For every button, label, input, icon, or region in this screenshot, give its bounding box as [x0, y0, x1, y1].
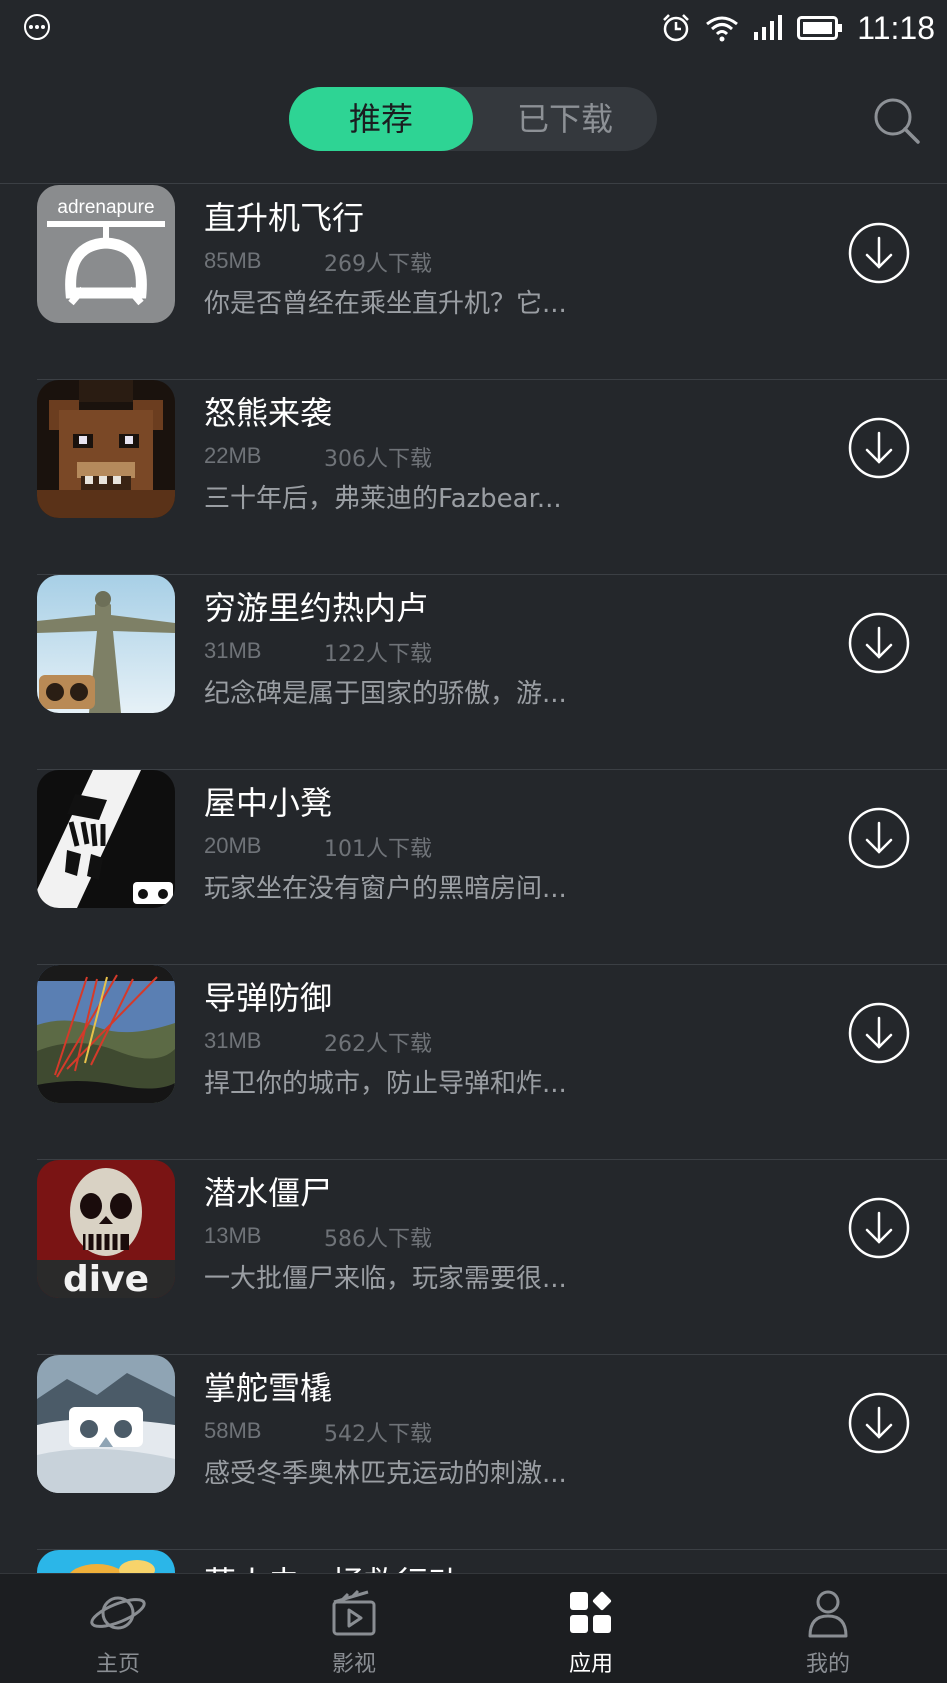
list-item[interactable]: 穷游里约热内卢 31MB 122人下载 纪念碑是属于国家的骄傲，游...: [0, 575, 947, 770]
wifi-icon: [706, 16, 739, 42]
nav-profile[interactable]: 我的: [710, 1574, 946, 1683]
app-size: 85MB: [204, 248, 262, 273]
list-item[interactable]: 掌舵雪橇 58MB 542人下载 感受冬季奥林匹克运动的刺激...: [0, 1355, 947, 1550]
app-size: 31MB: [204, 1028, 262, 1053]
adrenapure-helicopter-icon: adrenapure: [37, 185, 175, 323]
tab-recommended[interactable]: 推荐: [289, 87, 473, 151]
app-title: 掌舵雪橇: [204, 1369, 333, 1407]
icon-dive-text: dive: [63, 1259, 149, 1298]
app-size: 31MB: [204, 638, 262, 663]
nav-apps[interactable]: 应用: [473, 1574, 709, 1683]
alarm-clock-icon: [663, 14, 690, 42]
app-description: 你是否曾经在乘坐直升机？它...: [204, 289, 567, 319]
nav-label: 我的: [805, 1652, 850, 1677]
app-description: 一大批僵尸来临，玩家需要很...: [204, 1264, 567, 1294]
snow-sled-icon: [37, 1355, 175, 1493]
zombie-dive-icon: dive: [37, 1160, 175, 1298]
battery-icon: [797, 16, 843, 40]
app-description: 纪念碑是属于国家的骄傲，游...: [204, 679, 567, 709]
status-time: 11:18: [857, 9, 935, 46]
christ-statue-icon: [37, 575, 175, 713]
apps-grid-icon: [570, 1591, 612, 1633]
app-title: 怒熊来袭: [204, 394, 333, 432]
app-header: 推荐 已下载: [0, 56, 947, 184]
film-play-icon: [332, 1589, 376, 1636]
bottom-nav: 主页 影视 应用 我的: [0, 1573, 947, 1683]
app-download-count: 542人下载: [324, 1422, 432, 1447]
nav-label: 影视: [331, 1652, 376, 1677]
download-icon[interactable]: [848, 807, 910, 869]
list-item[interactable]: 屋中小凳 20MB 101人下载 玩家坐在没有窗户的黑暗房间...: [0, 770, 947, 965]
firefly-icon: [37, 1550, 175, 1573]
status-icons: 11:18: [661, 6, 935, 50]
app-title: 潜水僵尸: [204, 1174, 333, 1212]
app-download-count: 269人下载: [324, 252, 432, 277]
app-download-count: 101人下载: [324, 837, 432, 862]
nav-home[interactable]: 主页: [0, 1574, 236, 1683]
app-title: 直升机飞行: [204, 199, 365, 237]
nav-video[interactable]: 影视: [236, 1574, 472, 1683]
app-size: 20MB: [204, 833, 262, 858]
app-description: 玩家坐在没有窗户的黑暗房间...: [204, 874, 567, 904]
app-download-count: 586人下载: [324, 1227, 432, 1252]
app-size: 58MB: [204, 1418, 262, 1443]
download-icon[interactable]: [848, 1197, 910, 1259]
download-icon[interactable]: [848, 1002, 910, 1064]
more-dots-icon: [24, 14, 50, 40]
status-bar: 11:18: [0, 0, 947, 56]
stool-icon: [37, 770, 175, 908]
icon-brand-text: adrenapure: [57, 197, 154, 218]
download-icon[interactable]: [848, 612, 910, 674]
planet-icon: [90, 1596, 146, 1630]
app-download-count: 306人下载: [324, 447, 432, 472]
app-description: 感受冬季奥林匹克运动的刺激...: [204, 1459, 567, 1489]
app-description: 捍卫你的城市，防止导弹和炸...: [204, 1069, 567, 1099]
list-item[interactable]: dive 潜水僵尸 13MB 586人下载 一大批僵尸来临，玩家需要很...: [0, 1160, 947, 1355]
app-title: 屋中小凳: [204, 784, 333, 822]
list-item[interactable]: 导弹防御 31MB 262人下载 捍卫你的城市，防止导弹和炸...: [0, 965, 947, 1160]
list-item[interactable]: 萤火虫：拯救行动: [0, 1550, 947, 1573]
tab-switcher: 推荐 已下载: [289, 87, 657, 151]
app-list[interactable]: adrenapure 直升机飞行 85MB 269人下载 你是否曾经在乘坐直升机…: [0, 185, 947, 1573]
missile-defense-icon: [37, 965, 175, 1103]
nav-label: 应用: [568, 1652, 613, 1677]
search-icon[interactable]: [872, 96, 922, 146]
signal-icon: [754, 15, 783, 40]
app-title: 穷游里约热内卢: [204, 589, 429, 627]
blocky-bear-icon: [37, 380, 175, 518]
tab-downloaded[interactable]: 已下载: [473, 87, 657, 151]
person-icon: [808, 1590, 848, 1638]
list-item[interactable]: 怒熊来袭 22MB 306人下载 三十年后，弗莱迪的Fazbear...: [0, 380, 947, 575]
app-title: 萤火虫：拯救行动: [204, 1558, 460, 1573]
download-icon[interactable]: [848, 417, 910, 479]
app-size: 13MB: [204, 1223, 262, 1248]
app-description: 三十年后，弗莱迪的Fazbear...: [204, 484, 562, 514]
nav-label: 主页: [95, 1652, 140, 1677]
app-title: 导弹防御: [204, 979, 333, 1017]
app-download-count: 262人下载: [324, 1032, 432, 1057]
download-icon[interactable]: [848, 1392, 910, 1454]
download-icon[interactable]: [848, 222, 910, 284]
list-item[interactable]: adrenapure 直升机飞行 85MB 269人下载 你是否曾经在乘坐直升机…: [0, 185, 947, 380]
app-size: 22MB: [204, 443, 262, 468]
app-download-count: 122人下载: [324, 642, 432, 667]
